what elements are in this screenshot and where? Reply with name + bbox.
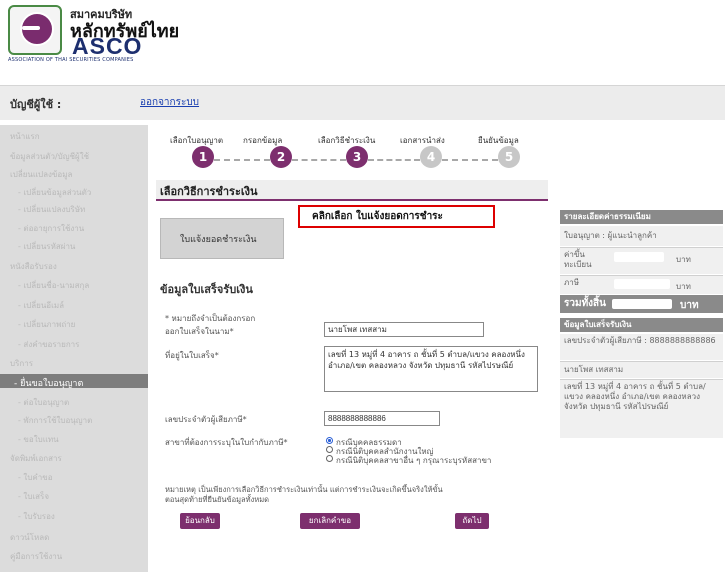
fee-total-label: รวมทั้งสิ้น <box>564 298 606 309</box>
brand-abbr: ASCO <box>72 33 143 59</box>
sidebar-item[interactable]: - เปลี่ยนชื่อ-นามสกุล <box>18 279 89 292</box>
section-title: เลือกวิธีการชำระเงิน <box>160 185 258 198</box>
sidebar-item[interactable]: - ต่ออายุการใช้งาน <box>18 222 84 235</box>
sidebar-item[interactable]: - เปลี่ยนแปลงบริษัท <box>18 203 85 216</box>
step-3-badge: 3 <box>346 146 368 168</box>
fee-total-unit: บาท <box>680 300 699 311</box>
receipt-info-header: ข้อมูลใบเสร็จรับเงิน <box>560 318 723 332</box>
fee-detail-header: รายละเอียดค่าธรรมเนียม <box>560 210 723 224</box>
receipt-form-title: ข้อมูลใบเสร็จรับเงิน <box>160 283 253 296</box>
address-label: ที่อยู่ในใบเสร็จ* <box>165 351 219 360</box>
sidebar-item[interactable]: - ใบคำขอ <box>18 471 53 484</box>
receipt-address: เลขที่ 13 หมู่ที่ 4 อาคาร ถ ชั้นที่ 5 ตำ… <box>560 380 723 438</box>
sidebar-item[interactable]: คู่มือการใช้งาน <box>10 550 62 563</box>
step-label-2: กรอกข้อมูล <box>243 136 283 145</box>
cancel-request-button[interactable]: ยกเลิกคำขอ <box>300 513 360 529</box>
sidebar-item[interactable]: ดาวน์โหลด <box>10 531 49 544</box>
sidebar-item[interactable]: หนังสือรับรอง <box>10 260 57 273</box>
fee-tax-label: ภาษี <box>564 278 580 287</box>
step-1-badge: 1 <box>192 146 214 168</box>
receipt-address-input[interactable]: เลขที่ 13 หมู่ที่ 4 อาคาร ถ ชั้นที่ 5 ตำ… <box>324 346 538 392</box>
logo-emblem-mark <box>22 26 40 30</box>
sidebar-item[interactable]: - ใบเสร็จ <box>18 490 49 503</box>
sidebar-item[interactable]: - ขอใบแทน <box>18 433 59 446</box>
branch-radio-individual[interactable] <box>326 437 333 444</box>
step-label-3: เลือกวิธีชำระเงิน <box>318 136 376 145</box>
sidebar-item[interactable]: - ต่อใบอนุญาต <box>18 396 69 409</box>
sidebar-item[interactable]: จัดพิมพ์เอกสาร <box>10 452 62 465</box>
receipt-taxid: เลขประจำตัวผู้เสียภาษี : 8888888888886 <box>560 334 723 360</box>
sidebar-item[interactable]: - เปลี่ยนข้อมูลส่วนตัว <box>18 186 91 199</box>
sidebar-item[interactable]: ข้อมูลส่วนตัว/บัญชีผู้ใช้ <box>10 150 89 163</box>
sidebar-item[interactable]: - ส่งคำขอรายการ <box>18 338 79 351</box>
fee-registration-label: ค่าขึ้นทะเบียน <box>564 250 592 269</box>
account-label: บัญชีผู้ใช้ : <box>10 98 62 111</box>
receipt-name-input[interactable] <box>324 322 484 337</box>
step-5-badge: 5 <box>498 146 520 168</box>
redacted-amount <box>614 279 670 289</box>
sidebar-item[interactable]: บริการ <box>10 357 33 370</box>
sidebar-item[interactable]: - เปลี่ยนอีเมล์ <box>18 299 64 312</box>
step-connector <box>292 159 346 163</box>
sidebar-item[interactable]: - พักการใช้ใบอนุญาต <box>18 414 92 427</box>
step-connector <box>442 159 498 163</box>
receipt-name: นายโพส เทสสาม <box>560 362 723 378</box>
sidebar-item[interactable]: หน้าแรก <box>10 130 40 143</box>
sidebar-item[interactable]: - ใบรับรอง <box>18 510 55 523</box>
step-2-badge: 2 <box>270 146 292 168</box>
account-bar <box>0 85 725 120</box>
taxid-label: เลขประจำตัวผู้เสียภาษี* <box>165 415 247 424</box>
sidebar-item-active-label: - ยื่นขอใบอนุญาต <box>14 379 84 389</box>
fee-tax-unit: บาท <box>676 282 691 291</box>
step-label-1: เลือกใบอนุญาต <box>170 136 224 145</box>
back-button[interactable]: ย้อนกลับ <box>180 513 220 529</box>
redacted-amount <box>614 252 664 262</box>
branch-label: สาขาที่ต้องการระบุในใบกำกับภาษี* <box>165 438 288 447</box>
sidebar-item[interactable]: - เปลี่ยนรหัสผ่าน <box>18 240 75 253</box>
next-button[interactable]: ถัดไป <box>455 513 489 529</box>
fee-license: ใบอนุญาต : ผู้แนะนำลูกค้า <box>560 226 723 246</box>
remark-text: หมายเหตุ เป็นเพียงการเลือกวิธีการชำระเงิ… <box>165 485 443 504</box>
fee-registration-unit: บาท <box>676 255 691 264</box>
redacted-amount <box>612 299 672 309</box>
branch-radio-headoffice[interactable] <box>326 446 333 453</box>
hint-text: คลิกเลือก ใบแจ้งยอดการชำระ <box>312 211 443 222</box>
step-4-badge: 4 <box>420 146 442 168</box>
step-label-5: ยืนยันข้อมูล <box>478 136 519 145</box>
branch-option-label: กรณีนิติบุคคลสาขาอื่น ๆ กรุณาระบุรหัสสาข… <box>336 456 492 465</box>
step-connector <box>214 159 270 163</box>
step-connector <box>368 159 420 163</box>
payment-method-label: ใบแจ้งยอดชำระเงิน <box>180 235 257 245</box>
logout-link[interactable]: ออกจากระบบ <box>140 95 199 110</box>
step-label-4: เอกสารนำส่ง <box>400 136 445 145</box>
branch-radio-other[interactable] <box>326 455 333 462</box>
taxid-input[interactable] <box>324 411 440 426</box>
sidebar-item[interactable]: - เปลี่ยนภาพถ่าย <box>18 318 75 331</box>
asco-logo <box>8 5 62 55</box>
name-label: ออกใบเสร็จในนาม* <box>165 327 234 336</box>
brand-name-en: ASSOCIATION OF THAI SECURITIES COMPANIES <box>8 57 134 63</box>
sidebar-item[interactable]: เปลี่ยนแปลงข้อมูล <box>10 168 72 181</box>
required-note: * หมายถึงจำเป็นต้องกรอก <box>165 314 256 323</box>
